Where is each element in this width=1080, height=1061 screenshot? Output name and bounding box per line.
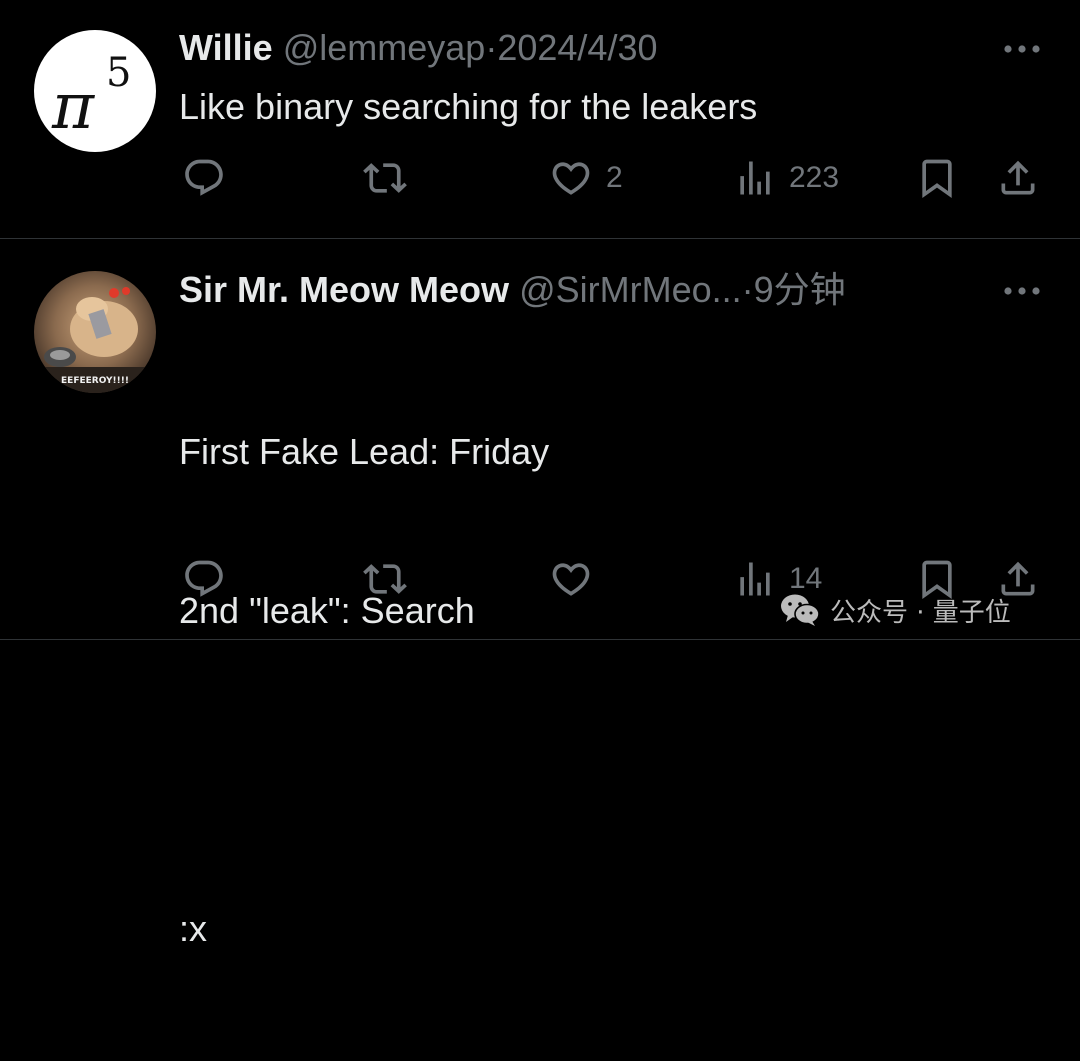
separator-dot: · (741, 269, 754, 310)
avatar-pi-image: π 5 (51, 50, 131, 144)
wechat-icon (781, 594, 820, 626)
reply-icon (185, 560, 223, 597)
views-count: 223 (789, 161, 840, 194)
avatar[interactable]: π 5 (34, 30, 156, 152)
author-handle[interactable]: @lemmeyap (283, 27, 486, 68)
retweet-button[interactable] (362, 554, 420, 604)
avatar-caption: EEFEEROY!!!! (61, 376, 129, 386)
reply-button[interactable] (182, 153, 238, 203)
reply-icon (185, 159, 223, 196)
retweet-icon (363, 564, 407, 594)
tweet-text: Like binary searching for the leakers (179, 86, 758, 127)
heart-icon (552, 162, 590, 195)
tweet-text: First Fake Lead: Friday 2nd "leak": Sear… (179, 319, 549, 1061)
share-button[interactable] (996, 153, 1040, 203)
retweet-icon (363, 163, 407, 193)
views-chart-icon (740, 562, 770, 596)
watermark: 公众号 · 量子位 (780, 588, 1011, 632)
timestamp[interactable]: 2024/4/30 (497, 27, 657, 68)
avatar-cat-image: EEFEEROY!!!! (34, 271, 156, 393)
heart-icon (552, 563, 590, 596)
separator-dot: · (485, 27, 498, 68)
like-button[interactable]: 2 (548, 153, 623, 203)
tweet-header: Willie @lemmeyap·2024/4/30 (179, 26, 657, 70)
tweet[interactable]: EEFEEROY!!!! Sir Mr. Meow Meow @SirMrMeo… (0, 239, 1080, 949)
like-button[interactable] (548, 554, 606, 604)
tweet-text-line: First Fake Lead: Friday (179, 431, 550, 472)
author-handle[interactable]: @SirMrMeo... (519, 269, 742, 310)
author-name[interactable]: Willie (179, 27, 273, 68)
timestamp[interactable]: 9分钟 (754, 269, 846, 310)
author-name[interactable]: Sir Mr. Meow Meow (179, 269, 509, 310)
avatar-exponent: 5 (106, 50, 131, 96)
like-count: 2 (606, 161, 623, 194)
tweet[interactable]: π 5 Willie @lemmeyap·2024/4/30 Like bina… (0, 0, 1080, 239)
views-button[interactable]: 223 (733, 153, 839, 203)
avatar-glyph: π (51, 70, 95, 144)
more-icon[interactable] (1002, 284, 1042, 296)
avatar[interactable]: EEFEEROY!!!! (34, 271, 156, 393)
views-chart-icon (740, 161, 770, 195)
retweet-button[interactable] (362, 153, 420, 203)
more-icon[interactable] (1002, 42, 1042, 54)
share-icon (1001, 160, 1035, 195)
bookmark-button[interactable] (915, 153, 959, 203)
watermark-text: 公众号 · 量子位 (830, 597, 1011, 628)
bookmark-icon (922, 159, 952, 199)
tweet-text-line: :x (179, 908, 208, 949)
reply-button[interactable] (182, 554, 238, 604)
tweet-header: Sir Mr. Meow Meow @SirMrMeo...·9分钟 (179, 268, 846, 312)
tweet-text-line (179, 743, 549, 796)
tweet-actions: 2 223 (0, 153, 1080, 203)
